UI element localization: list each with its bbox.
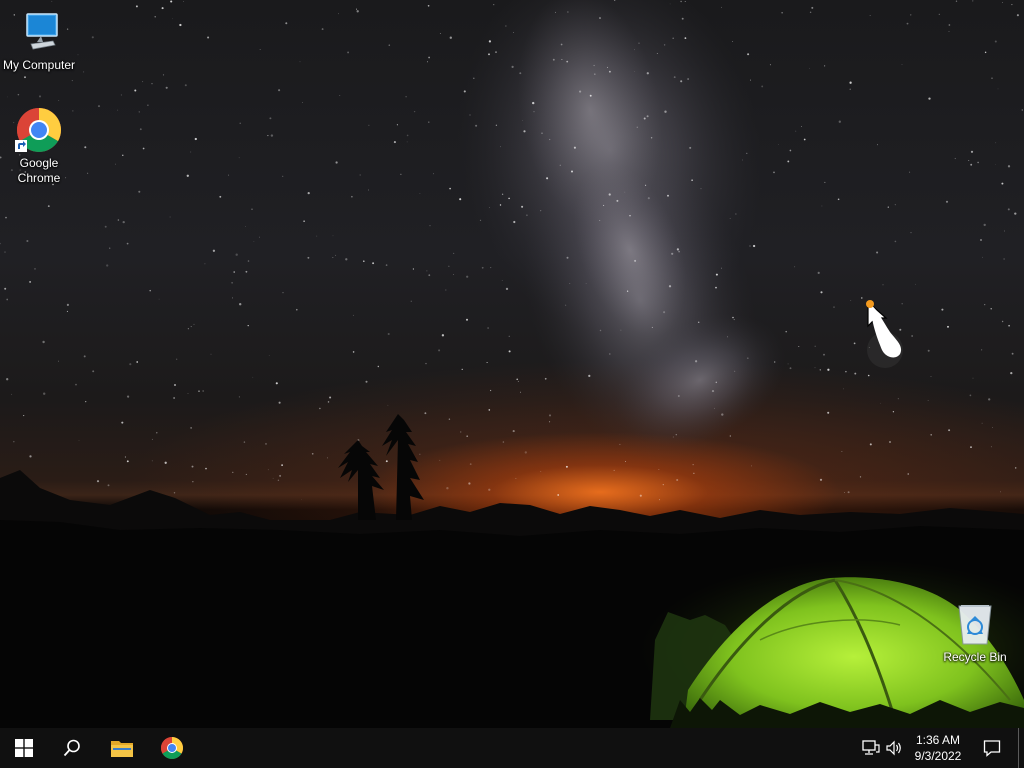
taskbar-google-chrome[interactable]: [148, 728, 196, 768]
shortcut-arrow-icon: [15, 140, 27, 152]
start-button[interactable]: [0, 728, 48, 768]
chrome-icon: [15, 106, 63, 154]
folder-icon: [111, 741, 133, 757]
desktop-icon-recycle-bin[interactable]: Recycle Bin: [935, 600, 1015, 665]
show-desktop-button[interactable]: [1018, 728, 1024, 768]
clock-date: 9/3/2022: [914, 749, 962, 763]
mouse-cursor: [860, 296, 910, 372]
search-button[interactable]: [48, 728, 96, 768]
search-icon: [63, 739, 80, 757]
desktop-wallpaper[interactable]: My Computer Google Chrome Recycle Bin: [0, 0, 1024, 728]
chrome-icon: [161, 737, 183, 759]
notification-icon: [983, 740, 1001, 757]
desktop-icon-label: Recycle Bin: [943, 650, 1007, 664]
desktop-icon-my-computer[interactable]: My Computer: [0, 8, 79, 73]
recycle-bin-icon: [951, 600, 999, 648]
desktop-icon-label: Google Chrome: [17, 156, 61, 185]
action-center-button[interactable]: [976, 728, 1008, 768]
taskbar: 1:36 AM 9/3/2022: [0, 728, 1024, 768]
volume-icon: [886, 740, 901, 756]
taskbar-clock[interactable]: 1:36 AM 9/3/2022: [906, 728, 970, 768]
busy-cursor-icon: [866, 300, 903, 368]
tray-volume[interactable]: [883, 728, 905, 768]
computer-icon: [15, 8, 63, 56]
tray-network[interactable]: [860, 728, 882, 768]
taskbar-file-explorer[interactable]: [98, 728, 146, 768]
windows-logo-icon: [15, 739, 33, 757]
clock-time: 1:36 AM: [915, 733, 961, 747]
network-icon: [862, 740, 880, 755]
desktop-icon-google-chrome[interactable]: Google Chrome: [0, 106, 79, 186]
desktop-icon-label: My Computer: [2, 58, 76, 72]
